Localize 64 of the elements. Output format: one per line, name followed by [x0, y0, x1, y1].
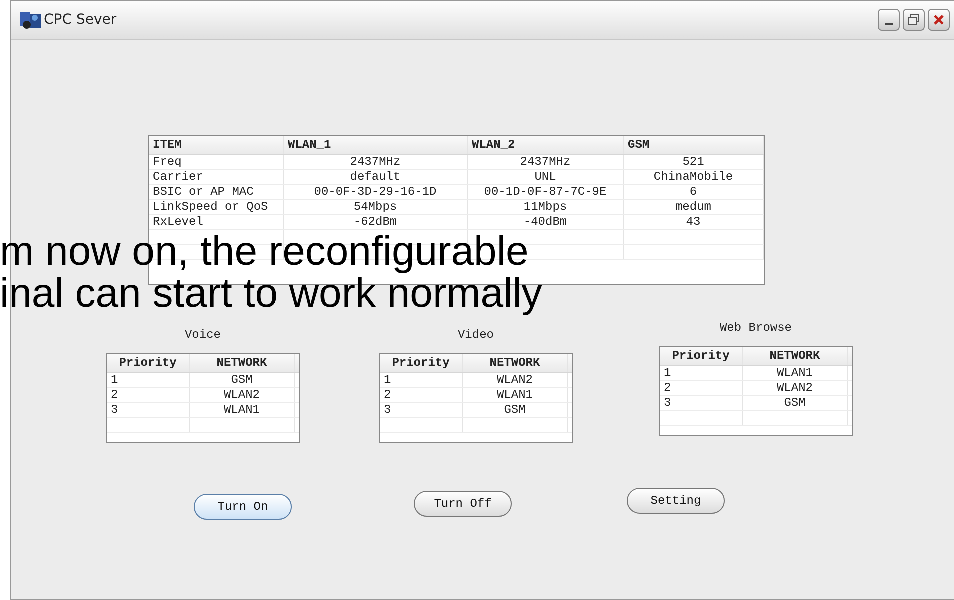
table-cell: WLAN2	[190, 388, 295, 402]
table-cell: ChinaMobile	[624, 170, 764, 184]
table-cell: GSM	[743, 396, 848, 410]
window-title: CPC Sever	[44, 12, 118, 28]
table-cell: -40dBm	[468, 215, 624, 229]
column-header[interactable]: NETWORK	[743, 347, 848, 365]
table-cell: 6	[624, 185, 764, 199]
column-header[interactable]: NETWORK	[190, 354, 295, 372]
column-header[interactable]: NETWORK	[463, 354, 568, 372]
table-cell: 3	[107, 403, 190, 417]
table-cell: 11Mbps	[468, 200, 624, 214]
table-cell: GSM	[463, 403, 568, 417]
table-cell: 2	[660, 381, 743, 395]
slide-caption: inal can start to work normally	[0, 272, 542, 314]
column-header[interactable]: ITEM	[149, 136, 284, 154]
table-cell: WLAN2	[463, 373, 568, 387]
table-cell: Carrier	[149, 170, 284, 184]
table-cell: medum	[624, 200, 764, 214]
table-cell: WLAN1	[743, 366, 848, 380]
close-icon	[933, 14, 945, 26]
table-cell: WLAN2	[743, 381, 848, 395]
table-cell: WLAN1	[463, 388, 568, 402]
table-title: Video	[458, 328, 494, 342]
table-cell: 521	[624, 155, 764, 169]
table-cell: GSM	[190, 373, 295, 387]
pill-button[interactable]: Turn On	[194, 494, 292, 520]
app-icon	[19, 10, 43, 30]
table-cell: -62dBm	[284, 215, 468, 229]
table-cell: UNL	[468, 170, 624, 184]
table-cell: 2437MHz	[284, 155, 468, 169]
pill-button[interactable]: Setting	[627, 488, 725, 514]
column-header[interactable]: WLAN_1	[284, 136, 468, 154]
close-button[interactable]	[928, 9, 950, 31]
table-cell: 43	[624, 215, 764, 229]
restore-icon	[908, 14, 920, 26]
table-cell: default	[284, 170, 468, 184]
column-header[interactable]: Priority	[107, 354, 190, 372]
table-cell: LinkSpeed or QoS	[149, 200, 284, 214]
table-cell: 54Mbps	[284, 200, 468, 214]
column-header[interactable]: GSM	[624, 136, 764, 154]
table-cell: 00-0F-3D-29-16-1D	[284, 185, 468, 199]
minimize-icon	[885, 23, 893, 25]
slide-caption: m now on, the reconfigurable	[0, 230, 529, 272]
pill-button[interactable]: Turn Off	[414, 491, 512, 517]
table-title: Web Browse	[720, 321, 792, 335]
table-cell: 3	[660, 396, 743, 410]
table-cell: 00-1D-0F-87-7C-9E	[468, 185, 624, 199]
table-cell: 2	[107, 388, 190, 402]
minimize-button[interactable]	[878, 9, 900, 31]
table-cell: 1	[107, 373, 190, 387]
table-cell: 2437MHz	[468, 155, 624, 169]
column-header[interactable]: Priority	[380, 354, 463, 372]
restore-button[interactable]	[903, 9, 925, 31]
table-cell: RxLevel	[149, 215, 284, 229]
table-cell: 3	[380, 403, 463, 417]
column-header[interactable]: WLAN_2	[468, 136, 624, 154]
table-cell: BSIC or AP MAC	[149, 185, 284, 199]
table-cell: 1	[660, 366, 743, 380]
table-cell: Freq	[149, 155, 284, 169]
table-title: Voice	[184, 328, 221, 342]
column-header[interactable]: Priority	[660, 347, 743, 365]
table-cell: 2	[380, 388, 463, 402]
table-cell: WLAN1	[190, 403, 295, 417]
table-cell: 1	[380, 373, 463, 387]
